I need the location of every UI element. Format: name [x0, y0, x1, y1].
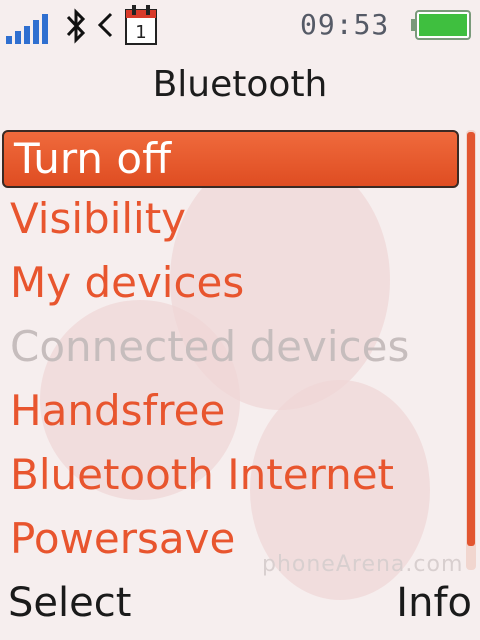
signal-strength-icon [6, 14, 48, 44]
arrow-left-icon [97, 12, 113, 38]
status-time: 09:53 [300, 8, 390, 41]
battery-icon [411, 10, 471, 40]
watermark: phoneArena.com [262, 552, 464, 577]
menu-item-connected-devices: Connected devices [10, 322, 410, 371]
status-bar: 1 09:53 [0, 0, 480, 58]
info-softkey[interactable]: Info [396, 580, 472, 626]
bluetooth-menu: Turn off Visibility My devices Connected de… [0, 128, 465, 572]
svg-text:1: 1 [135, 22, 146, 43]
page-title: Bluetooth [152, 64, 328, 105]
menu-item-visibility[interactable]: Visibility [0, 188, 465, 252]
select-softkey[interactable]: Select [8, 580, 131, 626]
menu-item-bluetooth-internet[interactable]: Bluetooth Internet [0, 444, 465, 508]
scrollbar-thumb[interactable] [467, 132, 475, 546]
scrollbar[interactable] [466, 130, 476, 570]
menu-item-handsfree[interactable]: Handsfree [0, 380, 465, 444]
bluetooth-icon [66, 8, 86, 44]
calendar-icon: 1 [125, 5, 157, 45]
menu-item-turn-off[interactable]: Turn off [2, 130, 459, 188]
menu-item-my-devices[interactable]: My devices [0, 252, 465, 316]
